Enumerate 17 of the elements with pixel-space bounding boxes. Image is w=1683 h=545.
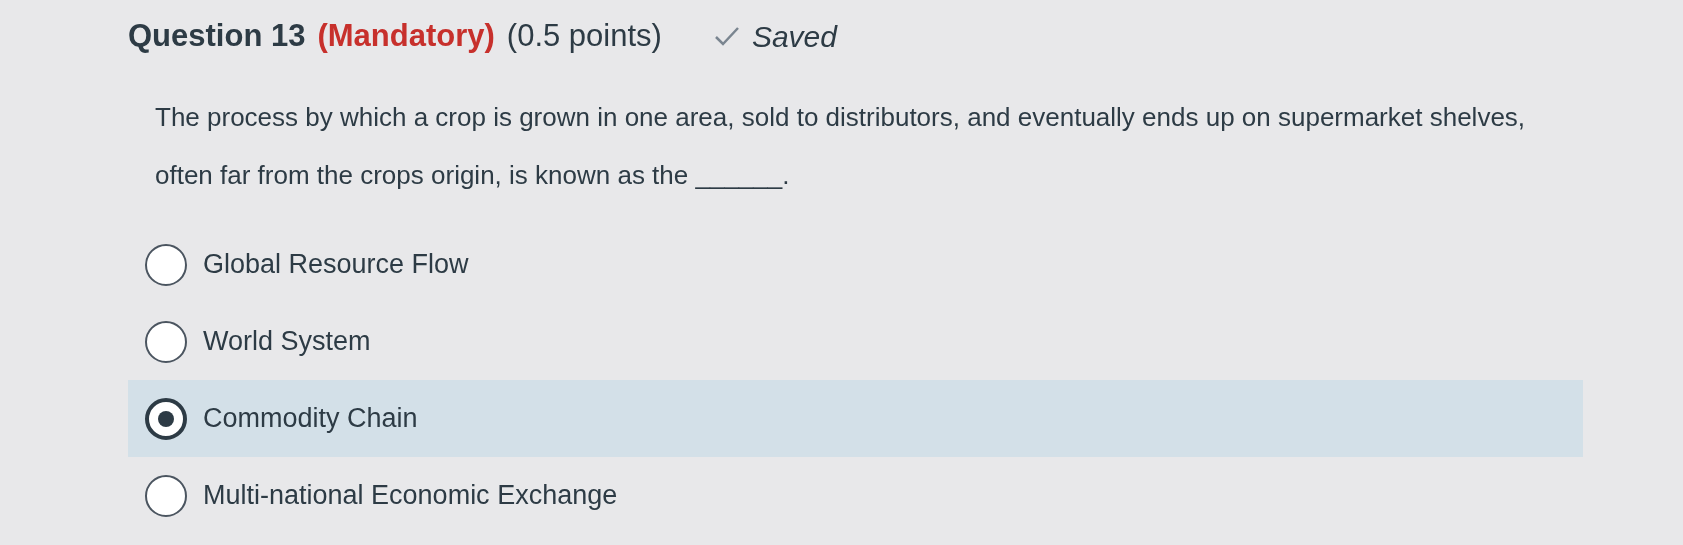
- option-label: World System: [203, 325, 371, 359]
- points-label: (0.5 points): [506, 16, 662, 55]
- option-label: Multi-national Economic Exchange: [203, 479, 618, 513]
- question-number: Question 13: [128, 16, 306, 55]
- answer-option[interactable]: Multi-national Economic Exchange: [128, 457, 1583, 534]
- answer-option[interactable]: Commodity Chain: [128, 380, 1583, 457]
- radio-button[interactable]: [145, 397, 187, 440]
- option-label: Commodity Chain: [203, 402, 418, 436]
- question-prompt: The process by which a crop is grown in one area, sold to distributors, and eventually ends up on supermarket shelves, often far from the crops origin, is known as the ______.: [155, 101, 1527, 192]
- mandatory-label: (Mandatory): [317, 16, 495, 55]
- radio-button[interactable]: [145, 320, 187, 363]
- radio-button[interactable]: [145, 243, 187, 286]
- option-label: Global Resource Flow: [203, 248, 469, 282]
- saved-status: Saved: [751, 18, 837, 55]
- answer-option[interactable]: Global Resource Flow: [128, 226, 1583, 303]
- radio-button[interactable]: [145, 474, 187, 517]
- answer-option[interactable]: World System: [128, 303, 1583, 380]
